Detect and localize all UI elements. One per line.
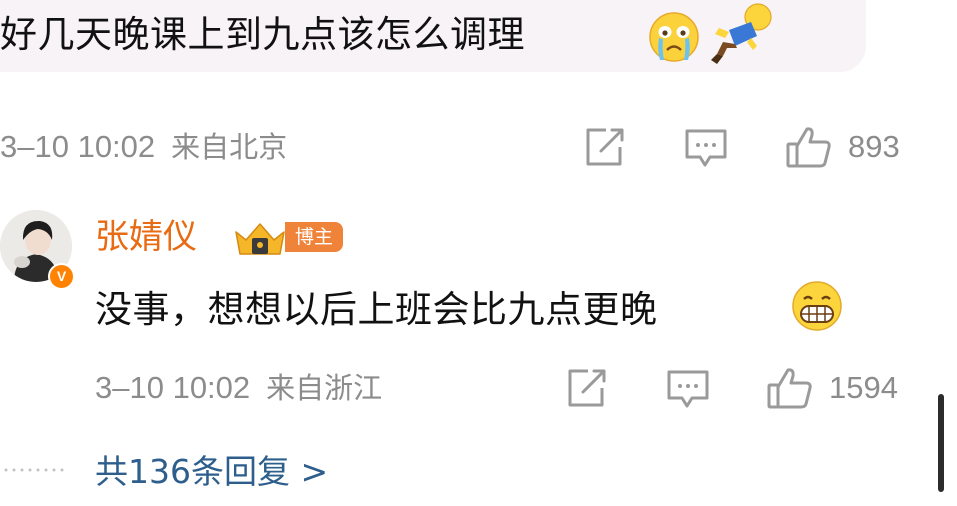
grinning-face-emoji [792,281,842,331]
reply-like-count: 1594 [829,370,898,405]
more-replies-link[interactable]: 共136条回复 > [95,450,328,494]
reply-text: 没事，想想以后上班会比九点更晚 [95,288,658,331]
like-icon[interactable] [766,366,814,410]
scrollbar[interactable] [938,394,944,492]
post-like-count: 893 [848,129,900,164]
reply-username[interactable]: 张婧仪 [95,214,197,260]
reply-date: 3–10 10:02 [95,370,251,405]
post-meta: 3–10 10:02 来自北京 [0,129,287,165]
comment-icon[interactable] [666,369,710,411]
post-date: 3–10 10:02 [0,129,156,164]
crying-face-emoji [649,12,699,62]
crown-icon [235,223,285,255]
share-icon[interactable] [584,127,626,167]
comment-icon[interactable] [684,128,728,170]
blogger-badge-label: 博主 [285,222,343,252]
reply-location: 来自浙江 [266,371,383,405]
divider-dots [2,468,66,472]
post-text: 好几天晚课上到九点该怎么调理 [0,13,525,56]
falling-figure-emoji [711,3,772,64]
share-icon[interactable] [566,368,608,408]
verified-badge: V [48,263,75,290]
like-icon[interactable] [785,125,833,169]
reply-meta: 3–10 10:02 来自浙江 [95,370,382,406]
post-location: 来自北京 [171,130,288,164]
